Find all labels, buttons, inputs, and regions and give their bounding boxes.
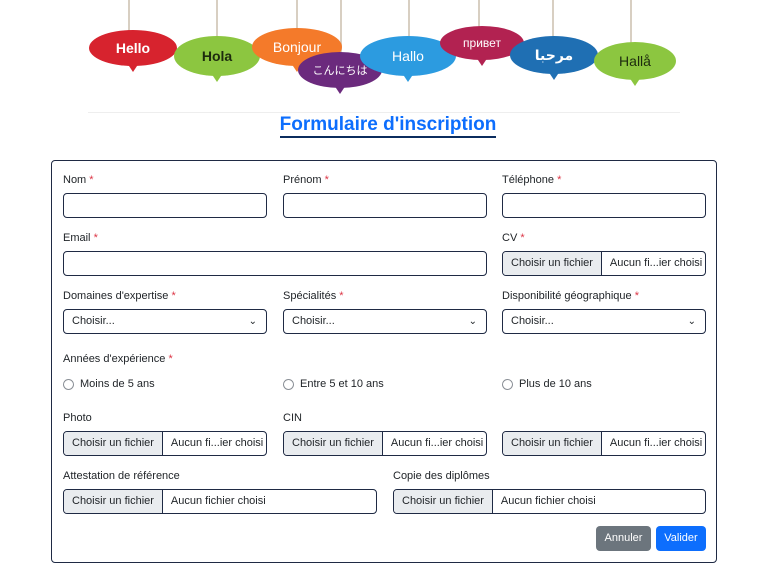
cin-choose-button[interactable]: Choisir un fichier: [284, 432, 383, 455]
chevron-down-icon: ⌄: [468, 316, 477, 327]
radio-label: Plus de 10 ans: [519, 378, 592, 390]
cv-choose-button[interactable]: Choisir un fichier: [503, 252, 602, 275]
attestation-choose-button[interactable]: Choisir un fichier: [64, 490, 163, 513]
attestation-file-input[interactable]: Choisir un fichier Aucun fichier choisi: [63, 489, 377, 514]
chevron-down-icon: ⌄: [248, 316, 257, 327]
prenom-label: Prénom *: [283, 174, 329, 186]
diplomes-file-input[interactable]: Choisir un fichier Aucun fichier choisi: [393, 489, 706, 514]
radio-label: Moins de 5 ans: [80, 378, 155, 390]
chevron-down-icon: ⌄: [687, 316, 696, 327]
divider: [88, 112, 680, 113]
hola-bubble: Hola: [174, 36, 260, 82]
nom-input[interactable]: [63, 193, 267, 218]
domaines-selected: Choisir...: [72, 315, 115, 327]
disponibilite-label: Disponibilité géographique *: [502, 290, 639, 302]
diplomes-choose-button[interactable]: Choisir un fichier: [394, 490, 493, 513]
cin-file-status: Aucun fi...ier choisi: [390, 437, 484, 449]
radio-circle[interactable]: [502, 378, 513, 390]
radio-moins-5-ans[interactable]: Moins de 5 ans: [63, 378, 155, 390]
cv-file-input[interactable]: Choisir un fichier Aucun fi...ier choisi: [502, 251, 706, 276]
diplomes-label: Copie des diplômes: [393, 470, 490, 482]
submit-button[interactable]: Valider: [656, 526, 706, 551]
radio-entre-5-10-ans[interactable]: Entre 5 et 10 ans: [283, 378, 384, 390]
email-input[interactable]: [63, 251, 487, 276]
specialites-select[interactable]: Choisir... ⌄: [283, 309, 487, 334]
cin-file-input[interactable]: Choisir un fichier Aucun fi...ier choisi: [283, 431, 487, 456]
attestation-file-status: Aucun fichier choisi: [170, 495, 266, 507]
radio-circle[interactable]: [283, 378, 294, 390]
email-label: Email *: [63, 232, 98, 244]
cin-label: CIN: [283, 412, 302, 424]
marhaba-bubble: مرحبا: [510, 36, 598, 80]
cv-label: CV *: [502, 232, 525, 244]
cancel-button[interactable]: Annuler: [596, 526, 651, 551]
annees-label: Années d'expérience *: [63, 353, 173, 365]
telephone-label: Téléphone *: [502, 174, 562, 186]
photo-file-input[interactable]: Choisir un fichier Aucun fi...ier choisi: [63, 431, 267, 456]
radio-circle[interactable]: [63, 378, 74, 390]
photo-choose-button[interactable]: Choisir un fichier: [64, 432, 163, 455]
extra-file-status: Aucun fi...ier choisi: [609, 437, 703, 449]
diplomes-file-status: Aucun fichier choisi: [500, 495, 596, 507]
photo-label: Photo: [63, 412, 92, 424]
photo-file-status: Aucun fi...ier choisi: [170, 437, 264, 449]
disponibilite-selected: Choisir...: [511, 315, 554, 327]
cv-file-status: Aucun fi...ier choisi: [609, 257, 703, 269]
domaines-label: Domaines d'expertise *: [63, 290, 176, 302]
languages-banner: Hello Hola Bonjour こんにちは Hallo привет مر…: [80, 0, 690, 112]
radio-plus-10-ans[interactable]: Plus de 10 ans: [502, 378, 592, 390]
nom-label: Nom *: [63, 174, 94, 186]
page-title: Formulaire d'inscription: [0, 114, 776, 138]
hello-bubble: Hello: [89, 30, 177, 72]
domaines-select[interactable]: Choisir... ⌄: [63, 309, 267, 334]
prenom-input[interactable]: [283, 193, 487, 218]
telephone-input[interactable]: [502, 193, 706, 218]
specialites-selected: Choisir...: [292, 315, 335, 327]
specialites-label: Spécialités *: [283, 290, 344, 302]
halla-bubble: Hallå: [594, 42, 676, 86]
extra-choose-button[interactable]: Choisir un fichier: [503, 432, 602, 455]
extra-file-input[interactable]: Choisir un fichier Aucun fi...ier choisi: [502, 431, 706, 456]
attestation-label: Attestation de référence: [63, 470, 180, 482]
disponibilite-select[interactable]: Choisir... ⌄: [502, 309, 706, 334]
radio-label: Entre 5 et 10 ans: [300, 378, 384, 390]
